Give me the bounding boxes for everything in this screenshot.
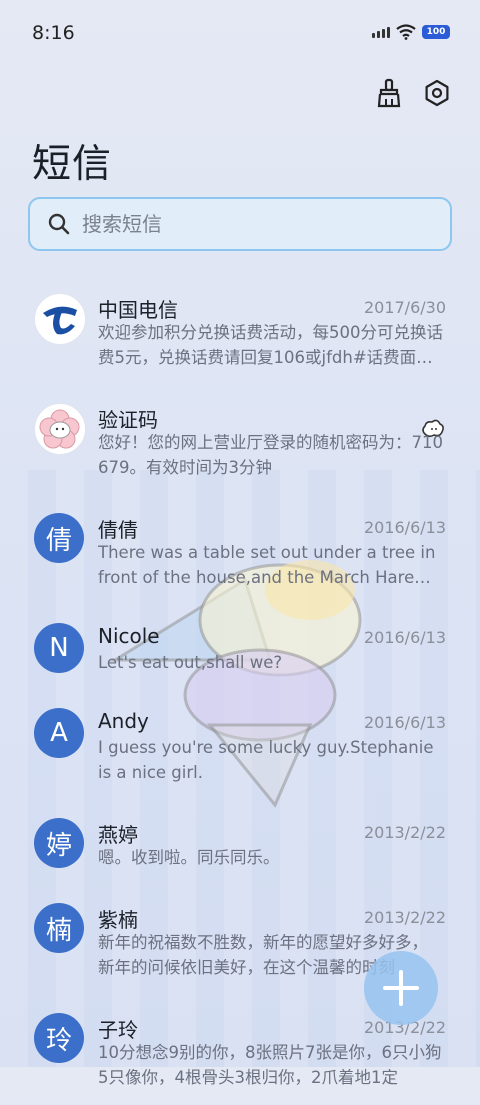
- conversation-preview: I guess you're some lucky guy.Stephanie …: [98, 738, 434, 782]
- conversation-date: 2016/6/13: [363, 628, 446, 647]
- contact-avatar: A: [34, 708, 84, 758]
- conversation-date: 2016/6/13: [363, 713, 446, 732]
- conversation-preview: 嗯。收到啦。同乐同乐。: [98, 848, 280, 867]
- conversation-preview: There was a table set out under a tree i…: [98, 543, 436, 587]
- conversation-name: 倩倩: [98, 518, 138, 542]
- gear-icon: [425, 79, 449, 107]
- conversation-preview: 10分想念9别的你，8张照片7张是你，6只小狗5只像你，4根骨头3根归你，2爪着…: [98, 1043, 442, 1087]
- search-bar[interactable]: [28, 197, 452, 251]
- settings-button[interactable]: [422, 78, 452, 108]
- conversation-preview: Let's eat out,shall we?: [98, 653, 283, 672]
- telecom-logo-avatar: [34, 293, 86, 345]
- contact-avatar: 倩: [34, 513, 84, 563]
- conversation-item[interactable]: 验证码 您好！您的网上营业厅登录的随机密码为：710679。有效时间为3分钟: [0, 390, 480, 495]
- conversation-item[interactable]: 倩 倩倩 2016/6/13 There was a table set out…: [0, 500, 480, 605]
- status-icons: 100: [372, 24, 450, 40]
- signal-icon: [372, 26, 390, 38]
- status-time: 8:16: [32, 22, 75, 44]
- contact-avatar: 玲: [34, 1013, 84, 1063]
- conversation-name: Nicole: [98, 624, 160, 648]
- conversation-date: 2016/6/13: [363, 518, 446, 537]
- new-message-button[interactable]: [364, 951, 438, 1025]
- conversation-name: Andy: [98, 709, 149, 733]
- conversation-name: 子玲: [98, 1018, 138, 1042]
- conversation-name: 验证码: [98, 408, 158, 432]
- conversation-preview: 您好！您的网上营业厅登录的随机密码为：710679。有效时间为3分钟: [98, 433, 443, 477]
- battery-icon: 100: [422, 25, 450, 39]
- clean-broom-button[interactable]: [374, 78, 404, 108]
- search-input[interactable]: [80, 211, 414, 237]
- conversation-date: 2013/2/22: [363, 823, 446, 842]
- conversation-date: 2017/6/30: [363, 298, 446, 317]
- conversation-name: 燕婷: [98, 823, 138, 847]
- broom-icon: [377, 78, 401, 108]
- page-title: 短信: [32, 142, 113, 187]
- contact-avatar: 婷: [34, 818, 84, 868]
- conversation-name: 紫楠: [98, 908, 138, 932]
- conversation-item[interactable]: A Andy 2016/6/13 I guess you're some luc…: [0, 695, 480, 800]
- status-bar: 8:16 100: [0, 0, 480, 66]
- conversation-date: 2013/2/22: [363, 908, 446, 927]
- conversation-name: 中国电信: [98, 298, 178, 322]
- conversation-item[interactable]: 中国电信 2017/6/30 欢迎参加积分兑换话费活动，每500分可兑换话费5元…: [0, 280, 480, 385]
- plus-icon: [383, 970, 419, 1006]
- flower-sticker-avatar: [34, 403, 86, 455]
- contact-avatar: N: [34, 623, 84, 673]
- wifi-icon: [396, 24, 416, 40]
- conversation-preview: 欢迎参加积分兑换话费活动，每500分可兑换话费5元，兑换话费请回复106或jfd…: [98, 323, 443, 367]
- contact-avatar: 楠: [34, 903, 84, 953]
- search-icon: [48, 213, 70, 235]
- top-actions: [374, 78, 452, 108]
